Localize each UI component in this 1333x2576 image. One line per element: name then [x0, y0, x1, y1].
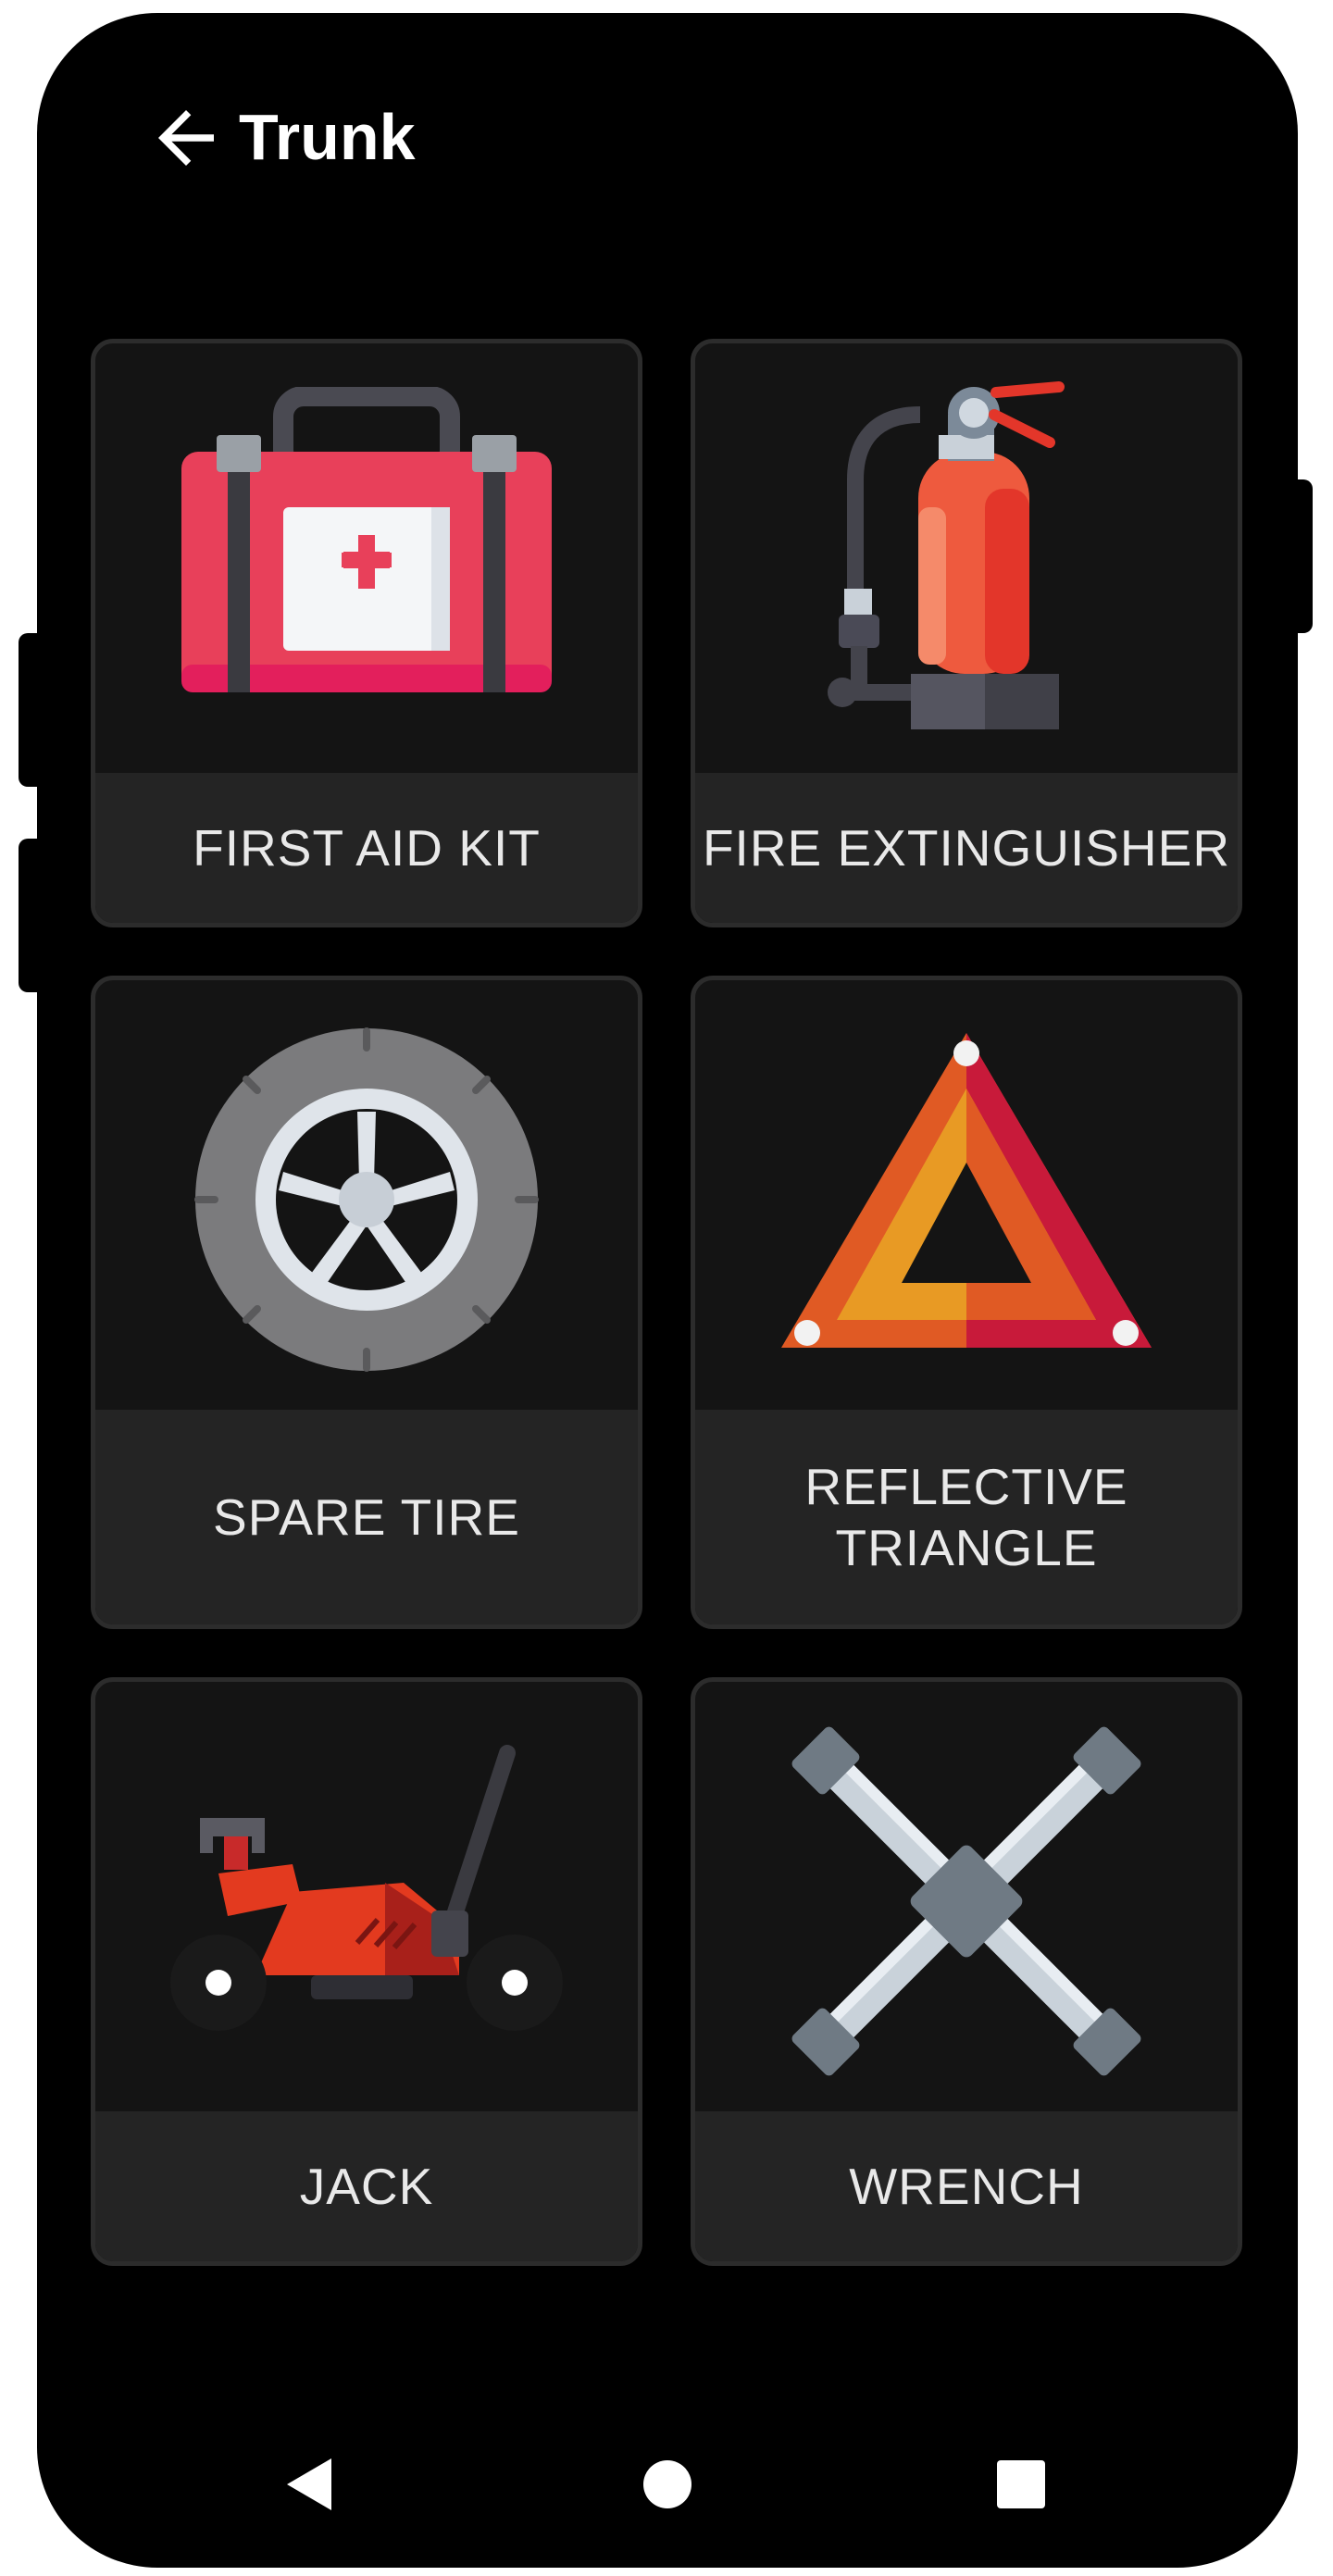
label-area: JACK: [95, 2111, 638, 2261]
label-area: WRENCH: [695, 2111, 1238, 2261]
reflective-triangle-art: [695, 980, 1238, 1419]
card-spare-tire[interactable]: SPARE TIRE: [91, 976, 642, 1629]
nav-home-button[interactable]: [630, 2447, 704, 2521]
first-aid-kit-art: [95, 343, 638, 782]
item-label: FIRST AID KIT: [193, 819, 541, 877]
item-label: FIRE EXTINGUISHER: [702, 819, 1231, 877]
back-button[interactable]: [144, 96, 228, 180]
fire-extinguisher-icon: [828, 381, 1065, 729]
square-recents-icon: [997, 2460, 1045, 2508]
first-aid-kit-icon: [181, 387, 552, 692]
spare-tire-art: [95, 980, 638, 1419]
card-jack[interactable]: JACK: [91, 1677, 642, 2266]
triangle-back-icon: [287, 2458, 331, 2510]
card-fire-extinguisher[interactable]: FIRE EXTINGUISHER: [691, 339, 1242, 927]
arrow-left-icon: [158, 110, 214, 166]
item-label: SPARE TIRE: [213, 1488, 520, 1546]
label-area: REFLECTIVE TRIANGLE: [695, 1410, 1238, 1624]
card-first-aid-kit[interactable]: FIRST AID KIT: [91, 339, 642, 927]
system-nav-bar: [37, 2420, 1298, 2549]
spare-tire-icon: [194, 1027, 539, 1372]
circle-home-icon: [643, 2460, 691, 2508]
label-area: FIRST AID KIT: [95, 773, 638, 923]
nav-recents-button[interactable]: [984, 2447, 1058, 2521]
app-bar: Trunk: [37, 13, 1298, 235]
label-area: FIRE EXTINGUISHER: [695, 773, 1238, 923]
nav-back-button[interactable]: [274, 2447, 348, 2521]
label-area: SPARE TIRE: [95, 1410, 638, 1624]
card-wrench[interactable]: WRENCH: [691, 1677, 1242, 2266]
item-label: JACK: [299, 2158, 434, 2215]
jack-art: [95, 1682, 638, 2121]
wrench-icon: [791, 1726, 1141, 2076]
page-title: Trunk: [239, 101, 416, 173]
item-label: REFLECTIVE TRIANGLE: [804, 1458, 1128, 1576]
card-reflective-triangle[interactable]: REFLECTIVE TRIANGLE: [691, 976, 1242, 1629]
phone-screen: Trunk FIRST AID KIT FIRE EXTINGUISHER SP…: [37, 13, 1298, 2568]
fire-extinguisher-art: [695, 343, 1238, 782]
wrench-art: [695, 1682, 1238, 2121]
jack-icon: [170, 1745, 563, 2031]
reflective-triangle-icon: [781, 1033, 1152, 1348]
item-label: WRENCH: [849, 2158, 1084, 2215]
